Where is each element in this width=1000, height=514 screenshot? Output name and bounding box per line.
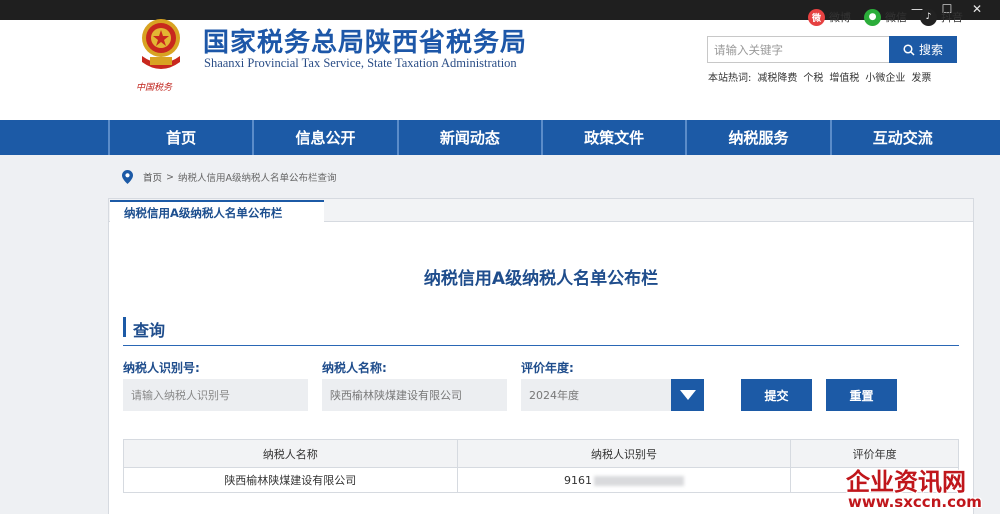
close-window-button[interactable]: ✕: [962, 0, 992, 20]
taxpayer-id-visible: 9161: [563, 473, 592, 487]
site-title[interactable]: 国家税务总局陕西省税务局: [203, 22, 527, 59]
evaluation-year-select[interactable]: 2024年度: [521, 379, 671, 411]
page-title: 纳税信用A级纳税人名单公布栏: [423, 269, 659, 289]
query-section-title: 查询: [133, 321, 166, 340]
column-header-name: 纳税人名称: [123, 439, 458, 468]
hotwords: 本站热词: 减税降费 个税 增值税 小微企业 发票: [708, 69, 931, 84]
wechat-link[interactable]: ● 微信: [864, 8, 907, 26]
tax-emblem-logo[interactable]: [136, 16, 186, 78]
search-button[interactable]: 搜索: [889, 36, 957, 63]
nav-item-interaction[interactable]: 互动交流: [832, 120, 974, 155]
nav-item-policy[interactable]: 政策文件: [543, 120, 688, 155]
submit-button[interactable]: 提交: [741, 379, 812, 411]
hotword-link[interactable]: 发票: [911, 69, 931, 84]
nav-item-home[interactable]: 首页: [108, 120, 255, 155]
hotword-link[interactable]: 减税降费: [757, 69, 797, 84]
watermark: 企业资讯网 www.sxccn.com: [840, 462, 1000, 514]
douyin-icon: ♪: [920, 8, 937, 26]
evaluation-year-label: 评价年度:: [521, 361, 574, 375]
site-subtitle: Shaanxi Provincial Tax Service, State Ta…: [204, 56, 517, 70]
evaluation-year-value: 2024年度: [529, 389, 579, 402]
cell-taxpayer-id: 9161: [456, 467, 792, 493]
emblem-caption: 中国税务: [136, 83, 173, 93]
column-header-id: 纳税人识别号: [456, 439, 792, 468]
search-icon: [903, 43, 915, 56]
breadcrumb: 首页 > 纳税人信用A级纳税人名单公布栏查询: [122, 170, 336, 184]
results-table: 纳税人名称 纳税人识别号 评价年度 陕西榆林陕煤建设有限公司 9161: [123, 439, 959, 493]
hotword-link[interactable]: 个税: [803, 69, 823, 84]
breadcrumb-current: 纳税人信用A级纳税人名单公布栏查询: [177, 173, 337, 184]
tab-a-level-list[interactable]: 纳税信用A级纳税人名单公布栏: [110, 200, 324, 223]
reset-button[interactable]: 重置: [826, 379, 897, 411]
taxpayer-name-input[interactable]: [322, 379, 507, 411]
hotword-link[interactable]: 增值税: [829, 69, 859, 84]
wechat-icon: ●: [864, 8, 881, 26]
cell-taxpayer-name: 陕西榆林陕煤建设有限公司: [123, 467, 458, 493]
nav-item-service[interactable]: 纳税服务: [687, 120, 832, 155]
weibo-icon: 微: [808, 8, 825, 26]
year-dropdown-button[interactable]: [671, 379, 704, 411]
taxpayer-name-label: 纳税人名称:: [322, 361, 387, 375]
table-row[interactable]: 陕西榆林陕煤建设有限公司 9161: [123, 467, 959, 493]
weibo-link[interactable]: 微 微博: [808, 8, 851, 26]
watermark-text: 企业资讯网: [846, 467, 966, 496]
query-section-header: 查询: [123, 314, 959, 346]
weibo-label: 微博: [829, 11, 851, 24]
wechat-label: 微信: [885, 11, 907, 24]
watermark-url: www.sxccn.com: [848, 493, 982, 511]
nav-item-news[interactable]: 新闻动态: [399, 120, 543, 155]
breadcrumb-separator: >: [166, 171, 174, 183]
location-pin-icon: [122, 170, 133, 184]
chevron-down-icon: [679, 390, 696, 400]
main-nav: 首页 信息公开 新闻动态 政策文件 纳税服务 互动交流: [0, 120, 1000, 155]
search-button-label: 搜索: [918, 43, 943, 57]
hotwords-label: 本站热词:: [708, 73, 752, 84]
search-input[interactable]: [707, 36, 889, 63]
table-header-row: 纳税人名称 纳税人识别号 评价年度: [123, 439, 959, 468]
douyin-link[interactable]: ♪ 抖音: [920, 8, 963, 26]
nav-item-info[interactable]: 信息公开: [254, 120, 399, 155]
taxpayer-id-label: 纳税人识别号:: [123, 361, 200, 375]
hotword-link[interactable]: 小微企业: [865, 69, 905, 84]
douyin-label: 抖音: [941, 11, 963, 24]
redacted-id-blur: [593, 475, 684, 486]
breadcrumb-home-link[interactable]: 首页: [143, 170, 162, 184]
taxpayer-id-input[interactable]: [123, 379, 308, 411]
